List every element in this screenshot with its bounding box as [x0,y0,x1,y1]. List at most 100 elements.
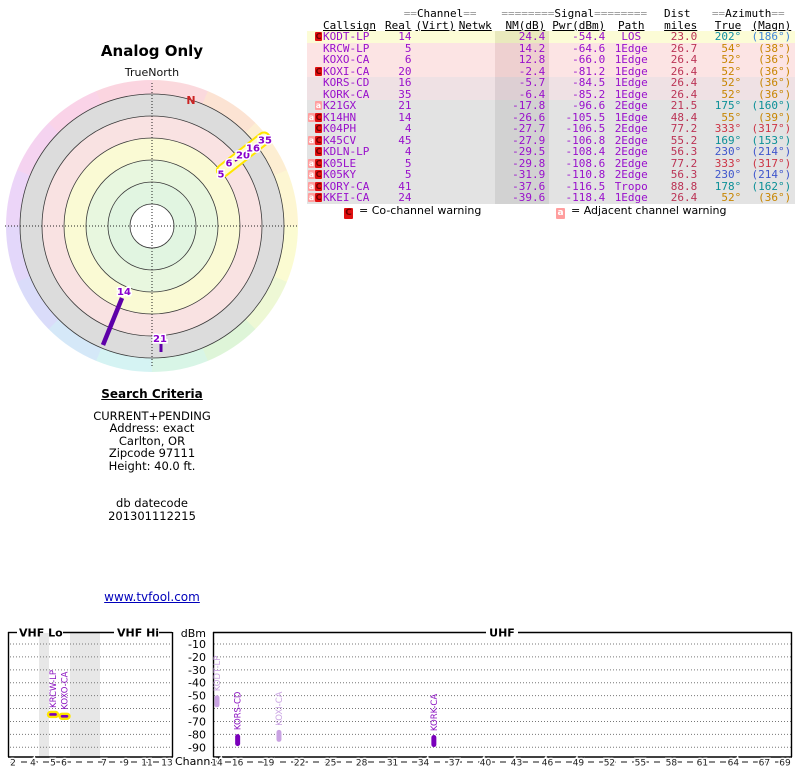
warning-markers: aC [307,192,323,204]
cell-virtual-channel [416,89,456,101]
warning-markers [307,43,323,55]
dbm-tick-label: -40 [188,677,206,690]
cell-power-dbm: -84.5 [572,76,606,89]
co-channel-warning-icon: C [315,135,322,145]
cell-azimuth-magnetic: (36°) [758,53,792,66]
cell-path: 1Edge [614,76,648,89]
tvfool-link-wrap: www.tvfool.com [32,590,272,604]
cell-azimuth-true: 175° [714,99,742,112]
cell-distance-miles: 26.4 [670,53,698,66]
adjacent-channel-warning-icon: a [308,158,315,168]
legend-co-channel: C = Co-channel warning [344,204,481,219]
cell-azimuth-magnetic: (160°) [751,99,792,112]
warning-markers: aC [307,158,323,170]
cell-network [455,100,495,112]
warning-markers: aC [307,135,323,147]
channel-tick-label: 43 [511,759,522,768]
adjacent-channel-warning-icon: a [308,170,315,179]
cell-path: 1Edge [614,191,648,204]
co-channel-warning-icon: C [315,193,322,202]
table-row: aC K05KY 5 -31.9 -110.8 2Edge 56.3 230° (214°) [307,169,796,181]
dbm-tick-label: -80 [188,728,206,741]
cell-network [455,135,495,147]
dbm-tick-label: -90 [188,741,206,754]
cell-path: 2Edge [614,122,648,135]
cell-virtual-channel [416,123,456,135]
channel-tick-label: 7 [101,759,107,768]
channel-tick-label: 67 [759,759,770,768]
cell-network [455,192,495,204]
warning-markers: C [307,146,323,158]
table-row: C KODT-LP 14 24.4 -54.4 LOS 23.0 202° (186°) [307,30,796,43]
channel-tick-label: 9 [123,759,129,768]
dbm-tick-label: -20 [188,651,206,664]
cell-real-channel: 6 [404,53,412,66]
cell-azimuth-magnetic: (186°) [751,30,792,43]
table-row: C K04PH 4 -27.7 -106.5 2Edge 77.2 333° (317°) [307,122,796,135]
adjacent-channel-warning-icon: a [308,112,315,122]
search-criteria-line: Height: 40.0 ft. [108,458,196,473]
cell-nm-db: -31.9 [495,169,550,181]
cell-virtual-channel [416,31,456,43]
legend-co-channel-text: = Co-channel warning [359,204,482,217]
search-criteria-line: Zipcode 97111 [108,446,196,460]
cell-path: 2Edge [614,99,648,112]
cell-path: 2Edge [614,145,648,158]
station-bar-label: KODT-LP [213,656,223,692]
radar-channel-label: 14 [117,287,131,298]
cell-power-dbm: -54.4 [572,30,606,43]
db-datecode: db datecode 201301112215 [32,497,272,522]
co-channel-warning-icon: C [315,181,322,191]
station-bar-label: KOXI-CA [275,691,285,726]
channel-tick-label: 61 [697,759,708,768]
cell-virtual-channel [416,66,456,78]
datecode-line: db datecode [116,496,188,510]
dbm-tick-label: -60 [188,703,206,716]
cell-network [455,158,495,170]
channel-tick-labels: 2 4 5 6 7 9 11 13 14 16 19 22 25 28 31 34 37 40 43 46 49 52 55… [9,757,793,768]
chart-borders [7,631,793,758]
cell-path: 1Edge [614,53,648,66]
channel-tick-label: 5 [50,759,56,768]
cell-virtual-channel [416,100,456,112]
cell-nm-db: -29.5 [495,146,550,158]
station-bar [46,710,60,719]
cell-network [455,77,495,89]
channel-tick-label: 55 [635,759,646,768]
channel-tick-label: 64 [728,759,740,768]
tvfool-link[interactable]: www.tvfool.com [104,590,200,604]
channel-tick-label: 6 [61,759,67,768]
warning-markers [307,54,323,66]
cell-callsign: KORS-CD [323,76,370,89]
cell-network [455,54,495,66]
dbm-tick-label: -30 [188,664,206,677]
cell-real-channel: 4 [404,145,412,158]
adjacent-channel-warning-icon: a [308,135,315,145]
channel-tick-label: 2 [10,759,16,768]
channel-tick-label: 4 [30,759,36,768]
cell-network [455,181,495,193]
cell-real-channel: 21 [398,99,412,112]
cell-real-channel: 16 [398,76,412,89]
radar-channel-label: 5 [218,170,225,181]
warning-markers [307,77,323,89]
station-bar-label: KORS-CD [234,691,244,730]
cell-distance-miles: 23.0 [670,30,698,43]
dbm-tick-label: -50 [188,690,206,703]
station-bar [235,734,241,747]
cell-azimuth-true: 52° [721,53,742,66]
cell-azimuth-true: 230° [714,145,742,158]
table-row: aC KKEI-CA 24 -39.6 -118.4 1Edge 26.4 52° (36°) [307,191,796,204]
cell-distance-miles: 21.5 [670,99,698,112]
cell-distance-miles: 77.2 [670,122,698,135]
station-table: ==Channel== ========Signal======== Dist … [307,8,796,204]
station-bar-label: KRCW-LP [49,670,59,708]
dbm-tick-label: -70 [188,715,206,728]
channel-tick-label: 40 [480,759,492,768]
channel-tick-label: 37 [449,759,460,768]
cell-nm-db: 24.4 [495,31,550,43]
vhf-lo-band-label: VHF Lo [19,627,63,640]
warning-markers: aC [307,181,323,193]
cell-real-channel: 4 [404,122,412,135]
channel-tick-label: 69 [779,759,791,768]
